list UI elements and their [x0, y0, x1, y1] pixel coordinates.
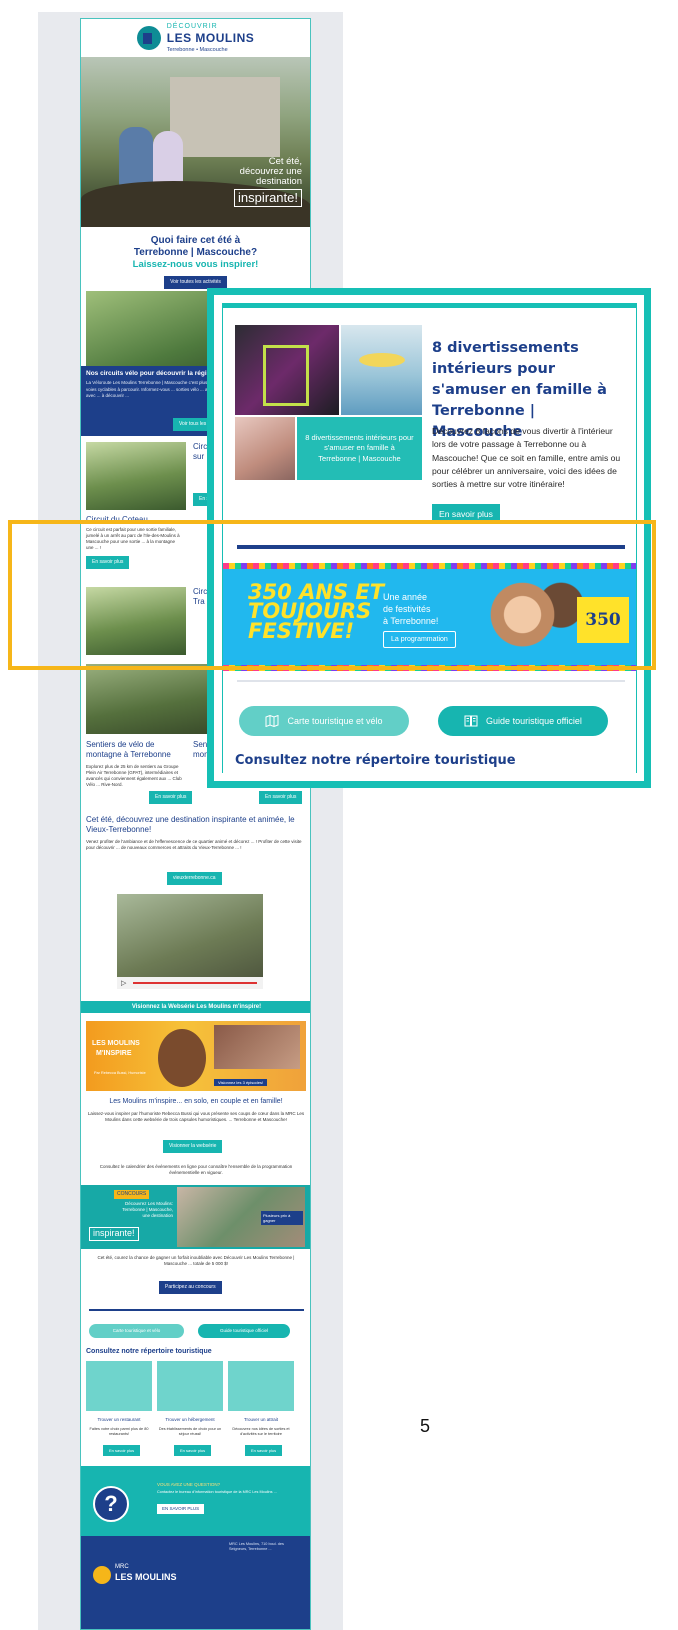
- episode-photo: [214, 1025, 300, 1069]
- indoor-activities-text: Découvrez 8 façons de vous divertir à l'…: [432, 426, 621, 490]
- episodes-badge[interactable]: Visionnez les 3 épisodes!: [214, 1079, 268, 1087]
- vieux-text: Venez profiter de l'ambiance et de l'eff…: [86, 839, 302, 851]
- host-portrait: [158, 1029, 206, 1087]
- mtb-title-cut: Sen: [193, 740, 208, 749]
- directory-title: Consultez notre répertoire touristique: [235, 753, 516, 768]
- header-logo[interactable]: DÉCOUVRIR LES MOULINS Terrebonne • Masco…: [81, 19, 310, 57]
- card-title: Trouver un restaurant: [97, 1417, 141, 1422]
- intro-title: Quoi faire cet été à: [150, 235, 241, 246]
- hero-caption-box: inspirante!: [234, 188, 302, 207]
- hero-caption: Cet été, découvrez une destination inspi…: [234, 157, 302, 207]
- footer: MRC LES MOULINS MRC Les Moulins, 710 bou…: [81, 1536, 310, 1629]
- contest-tag: CONCOURS: [114, 1190, 150, 1199]
- webserie-button[interactable]: Visionner la websérie: [163, 1140, 223, 1153]
- play-icon[interactable]: ▷: [121, 979, 126, 988]
- page-number: 5: [420, 1416, 431, 1436]
- card-more-button[interactable]: En savoir plus: [103, 1445, 141, 1457]
- question-text: Contactez le bureau d'information touris…: [157, 1490, 277, 1494]
- circuit-image: [86, 442, 186, 510]
- question-more-button[interactable]: EN SAVOIR PLUS: [157, 1504, 205, 1514]
- question-title: VOUS AVEZ UNE QUESTION?: [157, 1482, 221, 1487]
- mtb-title: montagne à Terrebonne: [86, 750, 171, 759]
- card-more-button[interactable]: En savoir plus: [174, 1445, 212, 1457]
- video-thumbnail[interactable]: [117, 894, 263, 989]
- collage-caption: 8 divertissements intérieurs pour s'amus…: [297, 417, 422, 480]
- intro-subtitle: Laissez-nous vous inspirer!: [132, 259, 259, 270]
- map-icon: [265, 715, 279, 727]
- guide-pill-button[interactable]: Guide touristique officiel: [198, 1324, 290, 1338]
- logo-line2: LES MOULINS: [166, 31, 255, 46]
- footer-address: MRC Les Moulins, 710 boul. des Seigneurs…: [229, 1542, 284, 1551]
- mill-building: [170, 77, 280, 157]
- all-activities-button[interactable]: Voir toutes les activités: [164, 276, 227, 289]
- webserie-band: Visionnez la Websérie Les Moulins m'insp…: [81, 1001, 310, 1013]
- collage-photo-waterpark: [341, 325, 422, 415]
- mtb-more-button[interactable]: En savoir plus: [259, 791, 303, 804]
- child-figure: [119, 127, 153, 187]
- card-more-button[interactable]: En savoir plus: [245, 1445, 283, 1457]
- logo-line1: DÉCOUVRIR: [166, 23, 218, 31]
- guide-pill-button[interactable]: Guide touristique officiel: [438, 706, 608, 736]
- card-text: Découvrez nos idées de sorties et d'acti…: [232, 1427, 290, 1437]
- contest-text: Cet été, courez la chance de gagner un f…: [97, 1255, 295, 1267]
- contest-button[interactable]: Participez au concours: [159, 1281, 222, 1294]
- video-progress-bar[interactable]: [133, 982, 257, 984]
- webserie-banner[interactable]: LES MOULINS M'INSPIRE Par Rebecca Bussi,…: [86, 1021, 306, 1091]
- video-controls[interactable]: ▷: [117, 977, 263, 989]
- footer-logo-icon: [93, 1566, 111, 1584]
- question-icon: ?: [93, 1486, 129, 1522]
- map-pill-button[interactable]: Carte touristique et vélo: [89, 1324, 184, 1338]
- divider: [89, 1309, 304, 1311]
- logo-mark-icon: [136, 26, 161, 50]
- book-icon: [464, 715, 478, 727]
- highlight-box: [8, 520, 656, 670]
- contest-box: inspirante!: [89, 1227, 139, 1241]
- logo-line3: Terrebonne • Mascouche: [166, 46, 228, 53]
- child-figure: [153, 131, 183, 187]
- intro-title: Terrebonne | Mascouche?: [133, 247, 258, 258]
- mtb-text: Explorez plus de 25 km de sentiers au Gr…: [86, 764, 182, 788]
- calendar-text: Consultez le calendrier des événements e…: [99, 1164, 293, 1176]
- webserie-text: Laissez-vous inspirer par l'humoriste Re…: [87, 1111, 305, 1123]
- circuit-title: Circ: [193, 442, 208, 451]
- card-title: Trouver un attrait: [243, 1417, 279, 1422]
- card-title: Trouver un hébergement: [165, 1417, 215, 1422]
- mtb-title: Sentiers de vélo de: [86, 740, 155, 749]
- indoor-activities-collage[interactable]: 8 divertissements intérieurs pour s'amus…: [235, 325, 422, 480]
- divider: [237, 680, 625, 682]
- vieux-title: Cet été, découvrez une destination inspi…: [86, 815, 295, 834]
- restaurant-card-image: [86, 1361, 152, 1411]
- directory-title: Consultez notre répertoire touristique: [86, 1348, 212, 1355]
- webserie-title: Les Moulins m'inspire... en solo, en cou…: [109, 1098, 283, 1105]
- circuit-title: sur: [193, 452, 205, 461]
- question-band: ? VOUS AVEZ UNE QUESTION? Contactez le b…: [81, 1466, 310, 1536]
- hero-image: Cet été, découvrez une destination inspi…: [81, 57, 310, 227]
- map-pill-button[interactable]: Carte touristique et vélo: [239, 706, 409, 736]
- contest-banner[interactable]: CONCOURS Découvrez Les Moulins: Terrebon…: [81, 1185, 310, 1249]
- card-text: Des établissements de choix pour un séjo…: [158, 1427, 222, 1437]
- mtb-more-button[interactable]: En savoir plus: [149, 791, 193, 804]
- vieux-terrebonne-button[interactable]: vieuxterrebonne.ca: [167, 872, 222, 885]
- intro-section: Quoi faire cet été à Terrebonne | Mascou…: [81, 227, 310, 289]
- card-text: Faites votre choix parmi plus de 80 rest…: [89, 1427, 149, 1437]
- prize-badge: Plusieurs prix à gagner: [261, 1211, 303, 1226]
- collage-photo-vr: [235, 417, 295, 480]
- attraction-card-image: [228, 1361, 294, 1411]
- newsletter-email: DÉCOUVRIR LES MOULINS Terrebonne • Masco…: [80, 18, 311, 1630]
- collage-photo-arcade: [235, 325, 339, 415]
- lodging-card-image: [157, 1361, 223, 1411]
